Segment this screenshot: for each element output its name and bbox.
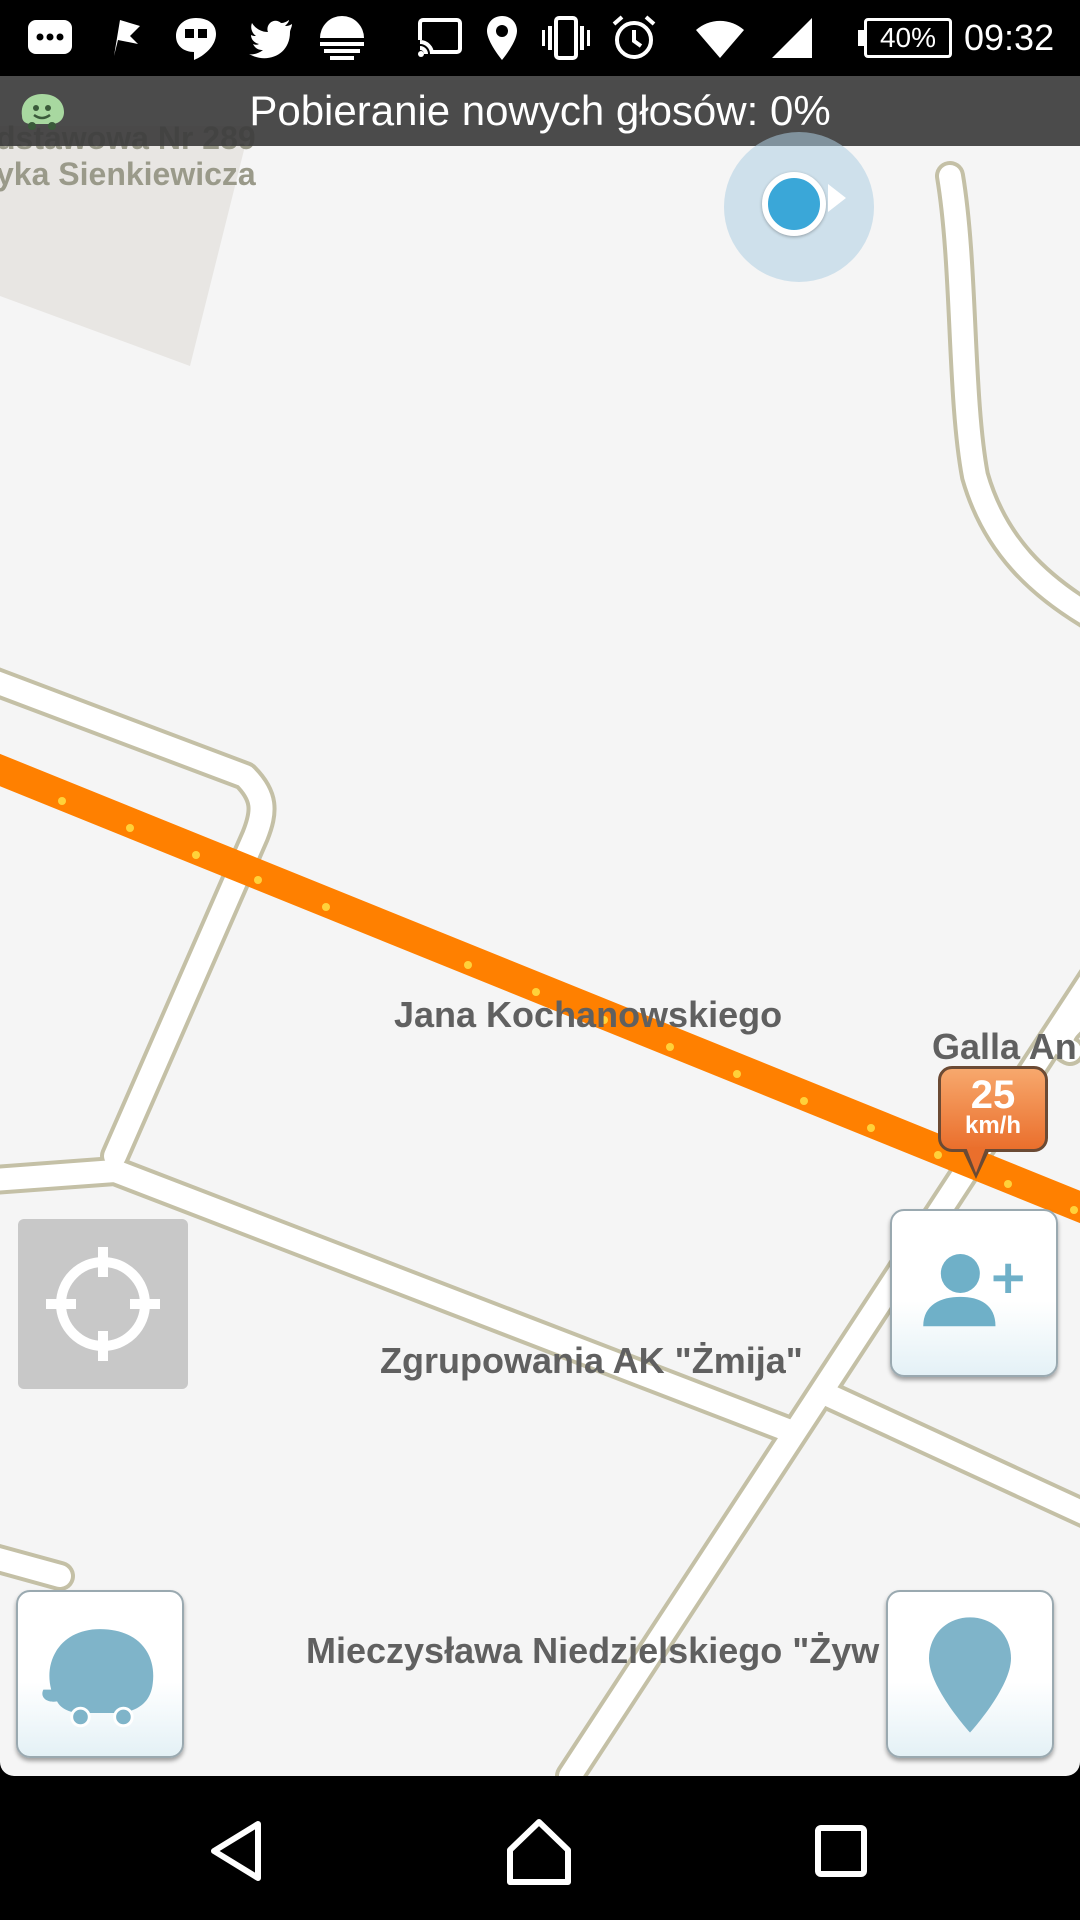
speed-marker: 25 km/h [938,1066,1048,1152]
crosshair-icon [46,1247,160,1361]
street-label-zgrupowania: Zgrupowania AK "Żmija" [380,1340,803,1381]
navigate-button[interactable] [886,1590,1054,1758]
recents-icon [815,1825,867,1877]
waze-logo-icon [21,94,64,130]
flag-icon [100,12,152,64]
cast-icon [414,12,466,64]
back-button[interactable] [196,1806,286,1896]
speed-marker-pointer-fill [966,1147,986,1173]
home-icon [507,1819,571,1885]
hangouts-icon [170,12,222,64]
download-banner: Pobieranie nowych głosów: 0% [0,76,1080,146]
alarm-icon [608,12,660,64]
add-user-icon [923,1253,1023,1327]
back-icon [211,1821,261,1881]
navigation-bar [0,1776,1080,1920]
location-dot [762,172,826,236]
street-label-galla-anonima: Galla An [932,1026,1077,1067]
road-network [0,126,1080,1776]
map-view[interactable]: dstawowa Nr 289 yka Sienkiewicza Pobiera… [0,76,1080,1776]
waze-icon [42,1629,154,1728]
clock: 09:32 [964,17,1055,58]
map-pin-icon [929,1617,1011,1733]
location-icon [476,12,528,64]
street-label-mieczyslawa: Mieczysława Niedzielskiego "Żyw [306,1630,880,1671]
vibrate-icon [540,12,592,64]
download-banner-text: Pobieranie nowych głosów: 0% [249,87,831,134]
heading-arrow-icon [828,184,846,212]
sunset-icon [316,12,368,64]
current-location-marker[interactable] [724,132,874,282]
speed-unit: km/h [964,1112,1021,1139]
waze-menu-button[interactable] [16,1590,184,1758]
battery-level: 40% [864,18,952,58]
recents-button[interactable] [796,1806,886,1896]
twitter-icon [246,12,298,64]
status-bar: 40% 09:32 [0,0,1080,76]
messenger-icon [24,12,76,64]
poi-label-school-name: yka Sienkiewicza [0,156,256,192]
signal-icon [766,12,818,64]
recenter-button[interactable] [18,1219,188,1389]
route-line [0,753,1080,1224]
speed-value: 25 [970,1073,1016,1117]
street-label-jana-kochanowskiego: Jana Kochanowskiego [394,994,783,1035]
wifi-icon [694,12,746,64]
add-friend-button[interactable] [890,1209,1058,1377]
home-button[interactable] [494,1806,584,1896]
